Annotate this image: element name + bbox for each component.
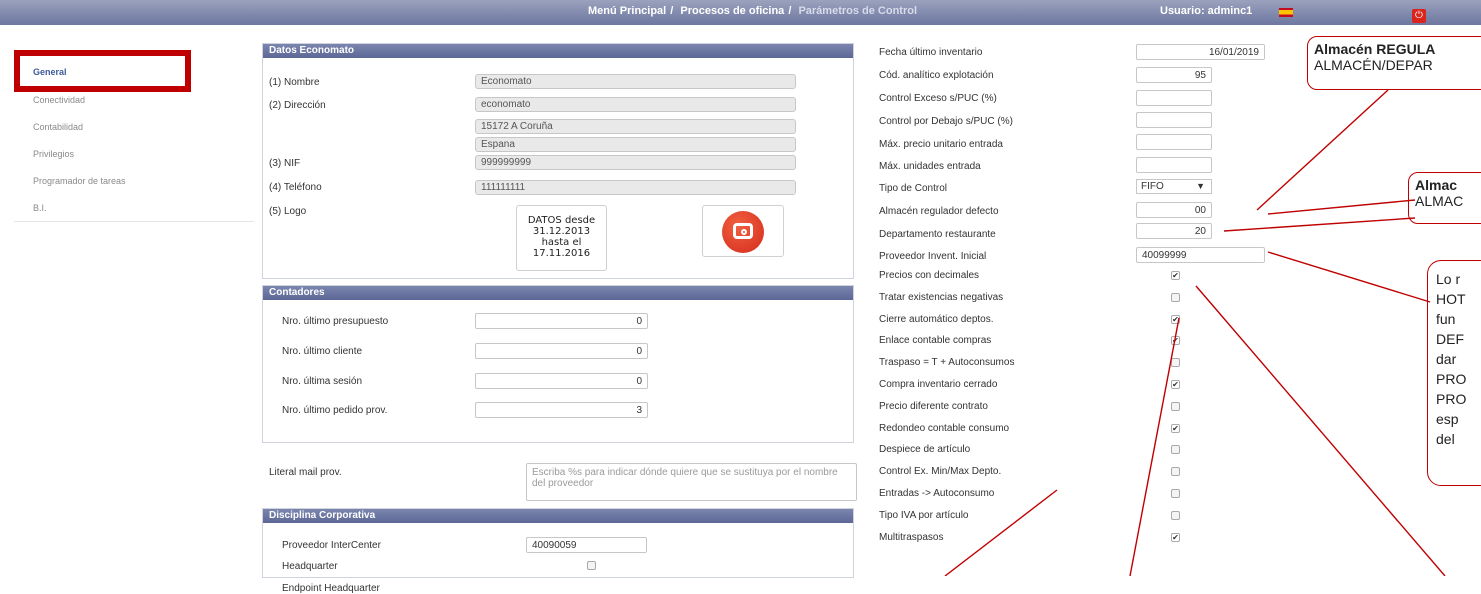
- annotation-arrows: [944, 89, 1446, 576]
- endpoint-label: Endpoint Headquarter: [282, 583, 380, 594]
